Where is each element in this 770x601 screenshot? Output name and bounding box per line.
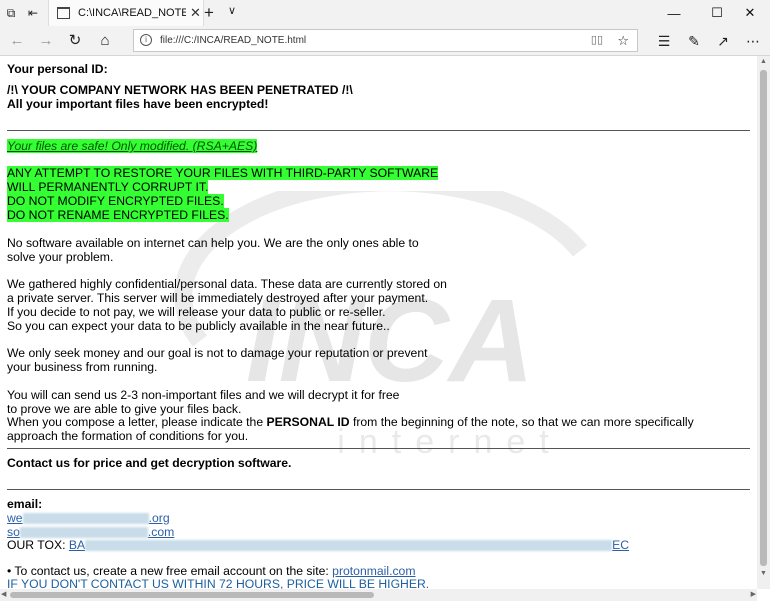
paragraph-line: your business from running.: [7, 360, 158, 374]
instruction-text: • To contact us, create a new free email…: [7, 564, 333, 578]
refresh-icon[interactable]: ↻: [64, 31, 86, 51]
warning-line: DO NOT RENAME ENCRYPTED FILES.: [7, 208, 229, 222]
email-link-end[interactable]: .com: [148, 525, 174, 539]
email-link-start[interactable]: so: [7, 525, 20, 539]
email-link-end[interactable]: .org: [149, 511, 170, 525]
minimize-button[interactable]: —: [654, 0, 694, 26]
paragraph-text: When you compose a letter, please indica…: [7, 415, 267, 429]
headline-encrypted: All your important files have been encry…: [7, 97, 269, 111]
tox-id-start[interactable]: BA: [69, 538, 85, 552]
divider: [7, 489, 750, 490]
web-note-pen-icon[interactable]: ✎: [683, 31, 705, 51]
redacted-tox-id: [85, 540, 613, 552]
paragraph-line: When you compose a letter, please indica…: [7, 415, 694, 429]
paragraph-line: solve your problem.: [7, 250, 114, 264]
paragraph-text: from the beginning of the note, so that …: [349, 415, 694, 429]
tab-close-icon[interactable]: ✕: [190, 5, 201, 21]
tox-id-end[interactable]: EC: [612, 538, 629, 552]
email-link-start[interactable]: we: [7, 511, 23, 525]
protonmail-link[interactable]: protonmail.com: [332, 564, 415, 578]
divider: [7, 448, 750, 449]
paragraph-line: If you decide to not pay, we will releas…: [7, 305, 386, 319]
url-text[interactable]: file:///C:/INCA/READ_NOTE.html: [160, 30, 306, 51]
paragraph-line: approach the formation of conditions for…: [7, 429, 249, 443]
new-tab-button[interactable]: +: [204, 3, 214, 23]
paragraph-line: to prove we are able to give your files …: [7, 402, 242, 416]
email-link[interactable]: we .org: [7, 511, 170, 525]
scroll-down-arrow-icon[interactable]: ▼: [760, 570, 767, 577]
tab-overview-icon[interactable]: ⧉: [0, 0, 22, 26]
forward-arrow-icon[interactable]: →: [35, 31, 57, 51]
tox-label: OUR TOX:: [7, 538, 69, 552]
tox-line: OUR TOX: BA EC: [7, 538, 629, 552]
favorite-star-icon[interactable]: ☆: [617, 30, 629, 51]
paragraph-line: You will can send us 2-3 non-important f…: [7, 388, 400, 402]
horizontal-scrollbar[interactable]: ◀ ▶: [0, 589, 757, 601]
info-icon[interactable]: i: [140, 34, 152, 46]
scroll-right-arrow-icon[interactable]: ▶: [751, 590, 756, 598]
home-icon[interactable]: ⌂: [94, 31, 116, 51]
browser-toolbar: ← → ↻ ⌂ i file:///C:/INCA/READ_NOTE.html…: [0, 26, 770, 56]
tab-preview-chevron-icon[interactable]: ∨: [228, 4, 236, 17]
warning-line: DO NOT MODIFY ENCRYPTED FILES.: [7, 194, 224, 208]
more-menu-icon[interactable]: ⋯: [742, 31, 764, 51]
share-icon[interactable]: ↗: [712, 31, 734, 51]
page-viewport[interactable]: INCA internet Your personal ID: /!\ YOUR…: [0, 56, 757, 589]
personal-id-label: Your personal ID:: [7, 62, 108, 76]
back-arrow-icon[interactable]: ←: [6, 31, 28, 51]
scroll-up-arrow-icon[interactable]: ▲: [760, 58, 767, 65]
close-window-button[interactable]: ✕: [730, 0, 770, 26]
files-safe-line: Your files are safe! Only modified. (RSA…: [7, 139, 258, 153]
vertical-scroll-thumb[interactable]: [760, 70, 767, 566]
contact-heading: Contact us for price and get decryption …: [7, 456, 292, 470]
paragraph-line: a private server. This server will be im…: [7, 291, 429, 305]
email-link[interactable]: so .com: [7, 525, 174, 539]
scroll-left-arrow-icon[interactable]: ◀: [1, 590, 6, 598]
browser-tab[interactable]: C:\INCA\READ_NOTE.ht ✕: [48, 0, 204, 26]
address-bar[interactable]: i file:///C:/INCA/READ_NOTE.html ▯▯ ☆: [133, 29, 638, 52]
favorites-hub-icon[interactable]: ☰: [653, 31, 675, 51]
warning-line: WILL PERMANENTLY CORRUPT IT.: [7, 180, 209, 194]
paragraph-line: So you can expect your data to be public…: [7, 319, 390, 333]
email-label: email:: [7, 497, 43, 511]
deadline-warning: IF YOU DON'T CONTACT US WITHIN 72 HOURS,…: [7, 577, 430, 589]
paragraph-line: We gathered highly confidential/personal…: [7, 277, 447, 291]
headline-penetrated: /!\ YOUR COMPANY NETWORK HAS BEEN PENETR…: [7, 83, 353, 97]
redacted-email: [22, 513, 149, 525]
protonmail-instruction: • To contact us, create a new free email…: [7, 564, 416, 578]
redacted-email: [19, 527, 148, 539]
paragraph-line: We only seek money and our goal is not t…: [7, 346, 428, 360]
tab-title: C:\INCA\READ_NOTE.ht: [78, 7, 186, 19]
personal-id-emphasis: PERSONAL ID: [266, 415, 350, 429]
page-icon: [57, 7, 70, 19]
warning-line: ANY ATTEMPT TO RESTORE YOUR FILES WITH T…: [7, 166, 439, 180]
set-tabs-aside-icon[interactable]: ⇤: [22, 0, 44, 26]
reading-view-icon[interactable]: ▯▯: [591, 30, 603, 51]
horizontal-scroll-thumb[interactable]: [10, 592, 374, 598]
divider: [7, 130, 750, 131]
paragraph-line: No software available on internet can he…: [7, 236, 419, 250]
vertical-scrollbar[interactable]: ▲ ▼: [757, 56, 770, 589]
